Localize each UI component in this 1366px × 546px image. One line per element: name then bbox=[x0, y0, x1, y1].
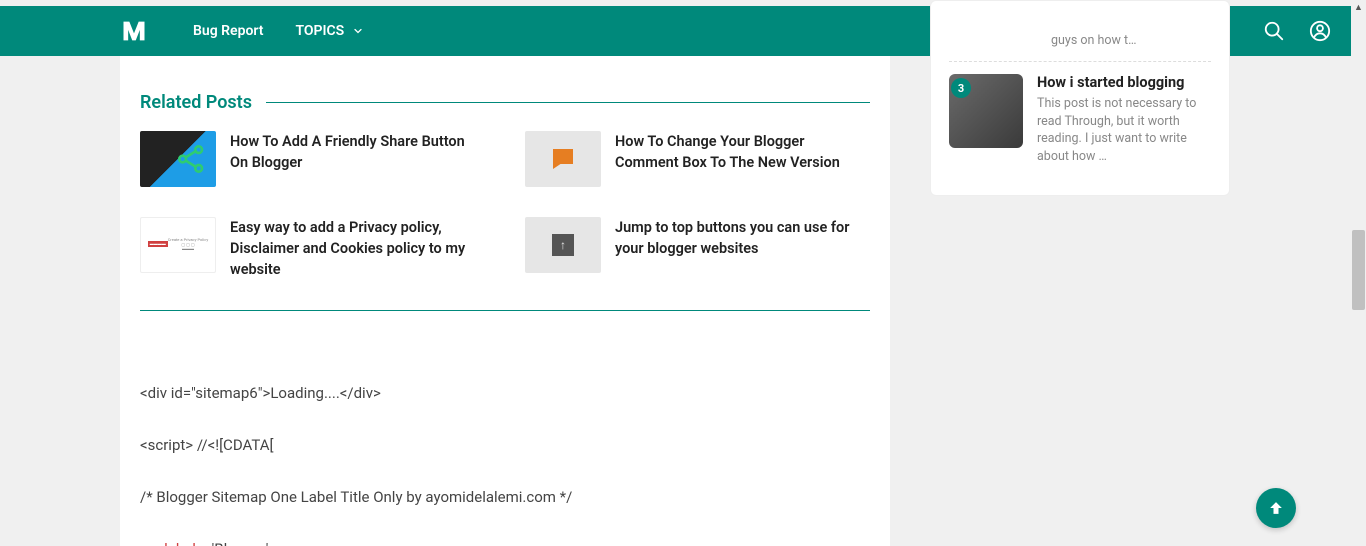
search-button[interactable] bbox=[1263, 20, 1285, 42]
sidebar-post-item[interactable]: guys on how t… bbox=[949, 1, 1211, 61]
post-title: How To Change Your Blogger Comment Box T… bbox=[615, 131, 870, 187]
nav-topics-label: TOPICS bbox=[295, 23, 344, 39]
site-logo[interactable] bbox=[120, 17, 148, 45]
comment-icon bbox=[548, 144, 578, 174]
arrow-up-icon: ↑ bbox=[552, 234, 574, 256]
scrollbar[interactable]: ▲ bbox=[1351, 0, 1366, 546]
code-line: <script> //<![CDATA[ bbox=[140, 433, 870, 457]
related-post-item[interactable]: How To Change Your Blogger Comment Box T… bbox=[525, 131, 870, 187]
divider-line bbox=[266, 102, 870, 103]
related-post-item[interactable]: How To Add A Friendly Share Button On Bl… bbox=[140, 131, 485, 187]
post-thumbnail: ▬▬▬▬ Create a Privacy Policy▢ ▢ ▢▬▬▬ bbox=[140, 217, 216, 273]
topbar-right bbox=[1263, 20, 1331, 42]
scrollbar-up-arrow[interactable]: ▲ bbox=[1351, 0, 1366, 15]
arrow-up-icon bbox=[1266, 498, 1286, 518]
code-snippet: <div id="sitemap6">Loading....</div> <sc… bbox=[140, 381, 870, 546]
post-thumbnail bbox=[525, 131, 601, 187]
sidebar-post-item[interactable]: 3 How i started blogging This post is no… bbox=[949, 61, 1211, 177]
post-title: Jump to top buttons you can use for your… bbox=[615, 217, 870, 280]
sidebar-post-thumbnail: 3 bbox=[949, 74, 1023, 148]
scroll-to-top-button[interactable] bbox=[1256, 488, 1296, 528]
nav-bug-report[interactable]: Bug Report bbox=[193, 23, 263, 39]
sidebar-post-title: How i started blogging bbox=[1037, 74, 1211, 91]
sidebar-post-excerpt: guys on how t… bbox=[1051, 32, 1211, 50]
sidebar-post-body: How i started blogging This post is not … bbox=[1037, 74, 1211, 165]
post-thumbnail bbox=[140, 131, 216, 187]
related-post-item[interactable]: ▬▬▬▬ Create a Privacy Policy▢ ▢ ▢▬▬▬ Eas… bbox=[140, 217, 485, 280]
related-posts-heading: Related Posts bbox=[140, 92, 252, 113]
code-line: <div id="sitemap6">Loading....</div> bbox=[140, 381, 870, 405]
code-rest: = 'Blogger'; bbox=[196, 540, 272, 546]
post-title: Easy way to add a Privacy policy, Discla… bbox=[230, 217, 485, 280]
popular-posts-sidebar: guys on how t… 3 How i started blogging … bbox=[930, 0, 1230, 196]
sidebar-post-excerpt: This post is not necessary to read Throu… bbox=[1037, 95, 1211, 165]
related-posts-grid: How To Add A Friendly Share Button On Bl… bbox=[140, 131, 870, 311]
main-content: Related Posts How To Add A Friendly Shar… bbox=[120, 56, 890, 546]
chevron-down-icon bbox=[352, 25, 364, 37]
code-line: /* Blogger Sitemap One Label Title Only … bbox=[140, 485, 870, 509]
search-icon bbox=[1263, 20, 1285, 42]
related-posts-header: Related Posts bbox=[140, 76, 870, 113]
user-circle-icon bbox=[1309, 20, 1331, 42]
nav-topics[interactable]: TOPICS bbox=[295, 23, 364, 39]
post-thumbnail: ↑ bbox=[525, 217, 601, 273]
related-post-item[interactable]: ↑ Jump to top buttons you can use for yo… bbox=[525, 217, 870, 280]
post-title: How To Add A Friendly Share Button On Bl… bbox=[230, 131, 485, 187]
share-icon bbox=[176, 143, 208, 175]
account-button[interactable] bbox=[1309, 20, 1331, 42]
rank-badge: 3 bbox=[951, 78, 971, 98]
scrollbar-thumb[interactable] bbox=[1352, 230, 1365, 310]
code-line: var label = 'Blogger'; bbox=[140, 537, 870, 546]
code-keyword: var label bbox=[140, 540, 196, 546]
